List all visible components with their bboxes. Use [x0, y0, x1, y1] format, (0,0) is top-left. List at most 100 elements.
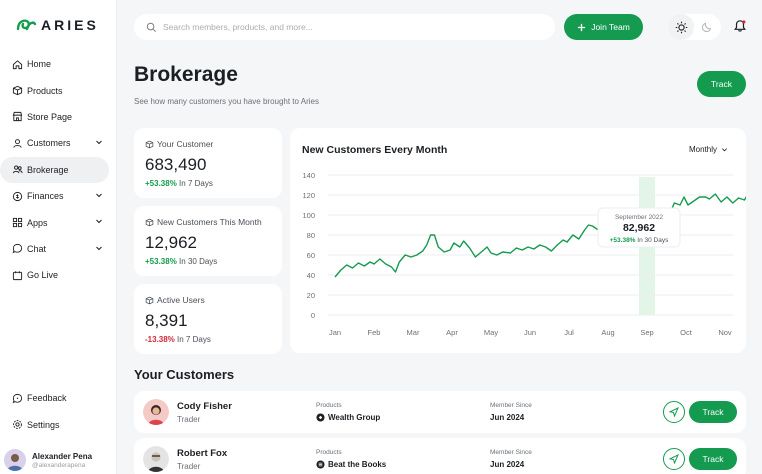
sidebar-item-go-live[interactable]: Go Live	[0, 262, 109, 288]
user-profile[interactable]: Alexander Pena @alexanderapena	[4, 449, 92, 471]
stat-label-row: New Customers This Month	[145, 217, 271, 227]
box-icon	[145, 140, 154, 148]
tooltip-value: 82,962	[623, 222, 655, 234]
sidebar-nav: Home Products Store Page Customers Broke…	[0, 51, 117, 289]
table-row[interactable]: Cody Fisher Trader Products Wealth Group…	[134, 391, 746, 433]
store-icon	[12, 112, 23, 122]
search-input[interactable]	[163, 22, 543, 32]
product-value: Beat the Books	[316, 460, 386, 469]
sidebar-item-home[interactable]: Home	[0, 51, 109, 77]
aries-logo-icon	[16, 19, 37, 31]
x-tick-label: Jan	[329, 328, 341, 337]
track-button[interactable]: Track	[697, 71, 746, 97]
brand-logo[interactable]: ARIES	[15, 16, 99, 34]
member-since-label: Member Since	[490, 402, 532, 409]
sidebar-item-brokerage[interactable]: Brokerage	[0, 156, 109, 183]
y-tick-label: 100	[302, 211, 315, 220]
x-tick-label: Sep	[640, 328, 653, 337]
sidebar-item-label: Apps	[27, 217, 48, 228]
theme-toggle[interactable]	[668, 14, 721, 40]
stat-label-row: Active Users	[145, 295, 271, 305]
user-icon	[13, 139, 22, 148]
x-tick-label: Mar	[407, 328, 420, 337]
stat-label: New Customers This Month	[157, 217, 262, 227]
y-tick-label: 0	[311, 311, 315, 320]
tooltip-date: September 2022	[615, 214, 663, 221]
user-handle: @alexanderapena	[32, 461, 86, 469]
period-label: Monthly	[688, 145, 717, 154]
sidebar-item-label: Store Page	[27, 111, 73, 122]
user-name: Alexander Pena	[32, 451, 93, 461]
customer-name: Robert Fox	[177, 448, 228, 459]
sidebar-item-feedback[interactable]: Feedback	[0, 385, 109, 411]
avatar	[143, 446, 169, 472]
track-button[interactable]: Track	[689, 401, 737, 423]
finance-icon	[12, 191, 23, 201]
sidebar-item-chat[interactable]: Chat	[0, 236, 109, 262]
send-icon	[669, 407, 679, 417]
chevron-down-icon	[96, 140, 102, 145]
moon-icon	[701, 22, 712, 33]
y-tick-label: 40	[307, 271, 315, 280]
chat-icon	[12, 244, 23, 254]
box-icon	[12, 85, 23, 96]
sidebar-item-label: Products	[27, 85, 63, 96]
sidebar-item-label: Settings	[27, 419, 60, 430]
sidebar-item-label: Home	[27, 59, 52, 70]
stat-value: 683,490	[145, 155, 207, 174]
search-bar	[134, 14, 555, 40]
send-button[interactable]	[663, 448, 685, 470]
customers-section-title: Your Customers	[134, 367, 235, 382]
stat-change-percent: +53.38%	[145, 257, 177, 266]
search-icon	[146, 22, 156, 32]
chevron-down-icon	[96, 246, 102, 250]
stat-change: -13.38% In 7 Days	[145, 335, 271, 344]
avatar	[4, 449, 26, 471]
x-tick-label: May	[484, 328, 498, 337]
light-mode-button[interactable]	[668, 14, 694, 40]
period-dropdown[interactable]: Monthly	[689, 145, 728, 154]
sidebar-bottom-nav: Feedback Settings	[0, 385, 117, 438]
tooltip-change: +53.38% In 30 Days	[610, 237, 669, 244]
track-button[interactable]: Track	[689, 448, 737, 470]
stat-card-new-customers: New Customers This Month 12,962 +53.38% …	[134, 206, 282, 276]
plus-icon	[578, 23, 586, 31]
customer-role: Trader	[177, 462, 201, 471]
stat-change-period: In 7 Days	[179, 179, 213, 188]
sidebar-item-store-page[interactable]: Store Page	[0, 104, 109, 130]
page-title: Brokerage	[134, 63, 238, 86]
product-logo-icon	[316, 413, 325, 422]
sidebar-item-finances[interactable]: Finances	[0, 183, 109, 209]
x-tick-label: Nov	[718, 328, 732, 337]
stat-change-period: In 7 Days	[177, 335, 211, 344]
y-tick-label: 120	[302, 191, 315, 200]
stat-change-percent: -13.38%	[145, 335, 175, 344]
stat-label-row: Your Customer	[145, 139, 271, 149]
stat-card-active-users: Active Users 8,391 -13.38% In 7 Days	[134, 284, 282, 354]
products-label: Products	[316, 449, 342, 456]
table-row[interactable]: Robert Fox Trader Products Beat the Book…	[134, 438, 746, 474]
x-tick-label: Jul	[564, 328, 574, 337]
stat-value: 12,962	[145, 233, 197, 252]
y-tick-label: 60	[307, 251, 315, 260]
x-tick-label: Oct	[680, 328, 693, 337]
sidebar-item-customers[interactable]: Customers	[0, 130, 109, 156]
sidebar-item-apps[interactable]: Apps	[0, 209, 109, 235]
member-since-value: Jun 2024	[490, 413, 525, 422]
sidebar-item-label: Feedback	[27, 393, 67, 404]
sidebar-item-products[interactable]: Products	[0, 77, 109, 103]
product-name: Beat the Books	[328, 460, 387, 469]
x-tick-label: Feb	[368, 328, 381, 337]
avatar	[143, 399, 169, 425]
dark-mode-button[interactable]	[694, 14, 720, 40]
sidebar-item-settings[interactable]: Settings	[0, 411, 109, 437]
page-subtitle: See how many customers you have brought …	[134, 97, 319, 106]
customer-role: Trader	[177, 415, 201, 424]
stat-change: +53.38% In 7 Days	[145, 179, 271, 188]
join-team-button[interactable]: Join Team	[564, 14, 643, 40]
stat-change: +53.38% In 30 Days	[145, 257, 271, 266]
bell-icon[interactable]	[733, 19, 747, 33]
brand-name: ARIES	[41, 17, 99, 33]
member-since-label: Member Since	[490, 449, 532, 456]
send-button[interactable]	[663, 401, 685, 423]
